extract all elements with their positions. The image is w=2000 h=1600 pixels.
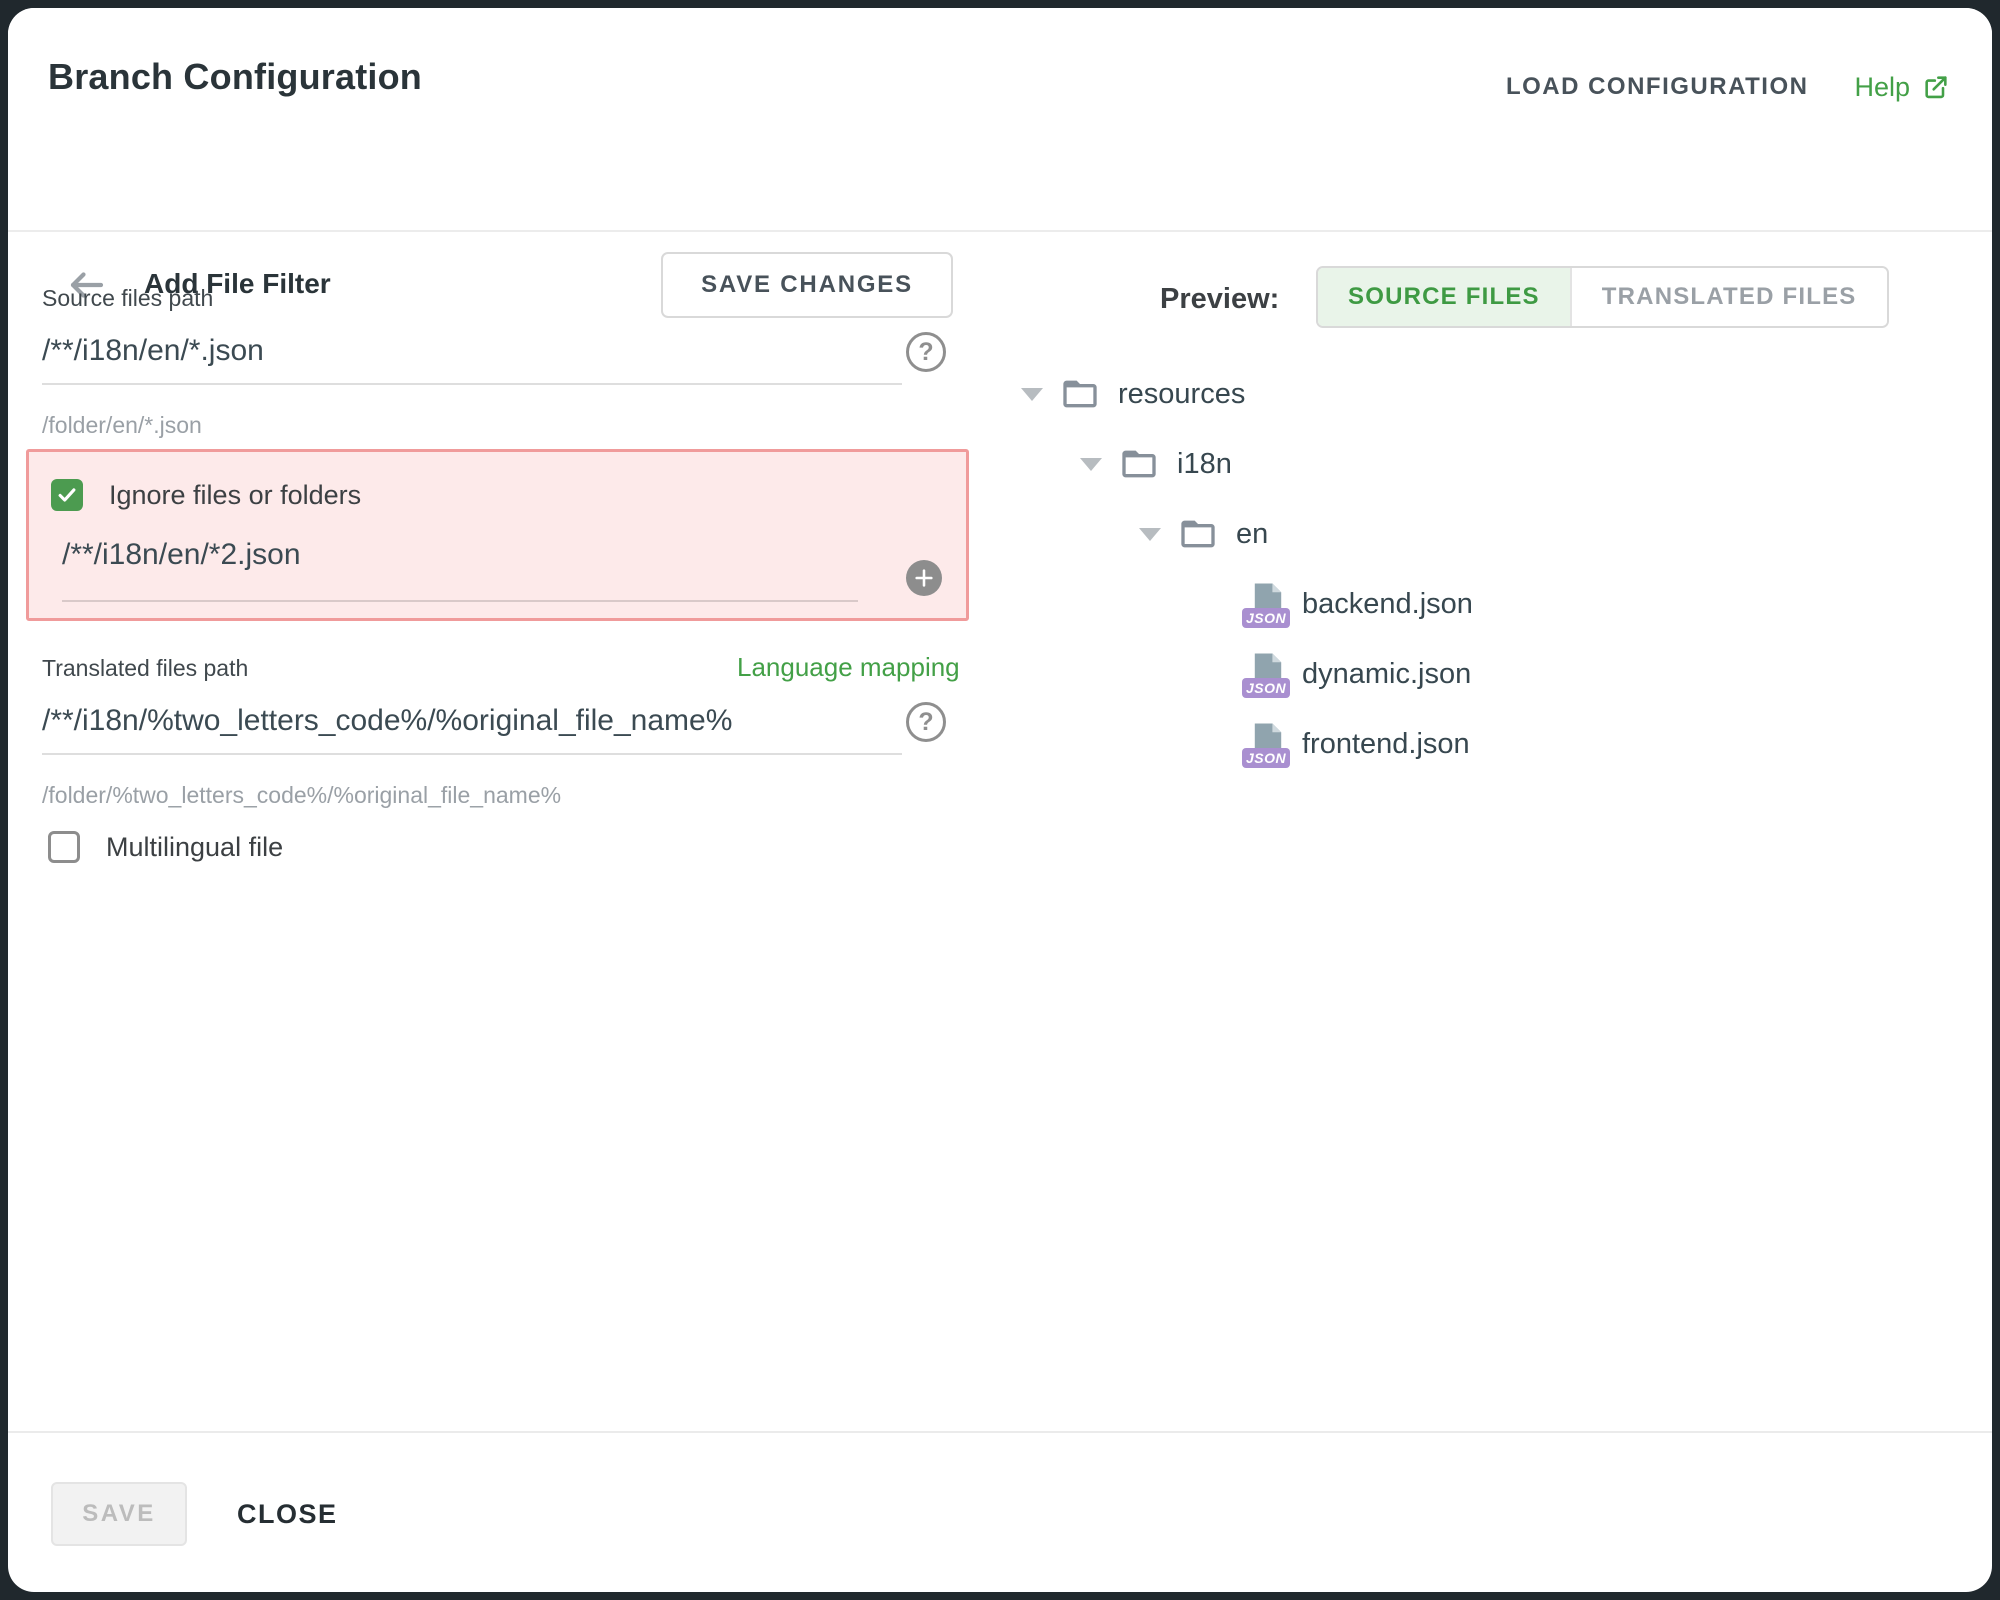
- ignore-pattern-input[interactable]: [62, 538, 842, 572]
- folder-icon: [1119, 444, 1159, 484]
- dialog-header: Branch Configuration LOAD CONFIGURATION …: [8, 8, 1992, 232]
- source-path-hint: /folder/en/*.json: [42, 412, 202, 439]
- add-ignore-pattern-button[interactable]: [906, 560, 942, 596]
- page-title: Branch Configuration: [48, 56, 422, 98]
- multilingual-checkbox-label: Multilingual file: [106, 832, 283, 863]
- translated-help-icon[interactable]: ?: [906, 702, 946, 742]
- multilingual-row: Multilingual file: [48, 831, 283, 863]
- source-files-path-label: Source files path: [42, 285, 213, 312]
- tree-row[interactable]: i18n: [1021, 429, 1821, 499]
- save-changes-button[interactable]: SAVE CHANGES: [661, 252, 953, 318]
- dialog-subheader: Add File Filter SAVE CHANGES: [8, 118, 1992, 232]
- chevron-down-icon[interactable]: [1139, 528, 1161, 541]
- tree-item-label: frontend.json: [1302, 728, 1470, 761]
- tree-row[interactable]: en: [1021, 499, 1821, 569]
- translated-input-underline: [42, 753, 902, 755]
- tab-source-files[interactable]: SOURCE FILES: [1318, 268, 1570, 326]
- ignore-checkbox[interactable]: [51, 479, 83, 511]
- source-input-underline: [42, 383, 902, 385]
- folder-icon: [1178, 514, 1218, 554]
- ignore-input-underline: [62, 600, 858, 602]
- tree-item-label: resources: [1118, 378, 1245, 411]
- footer-actions: SAVE CLOSE: [51, 1482, 348, 1546]
- tree-row[interactable]: JSON backend.json: [1021, 569, 1821, 639]
- json-file-icon: JSON: [1250, 652, 1286, 696]
- tree-row[interactable]: JSON frontend.json: [1021, 709, 1821, 779]
- tree-item-label: backend.json: [1302, 588, 1473, 621]
- source-help-icon[interactable]: ?: [906, 332, 946, 372]
- chevron-down-icon[interactable]: [1080, 458, 1102, 471]
- footer-divider: [8, 1431, 1992, 1433]
- ignore-checkbox-label: Ignore files or folders: [109, 480, 361, 511]
- tree-row[interactable]: JSON dynamic.json: [1021, 639, 1821, 709]
- help-link[interactable]: Help: [1854, 72, 1950, 103]
- branch-configuration-dialog: Branch Configuration LOAD CONFIGURATION …: [8, 8, 1992, 1592]
- chevron-down-icon[interactable]: [1021, 388, 1043, 401]
- save-button[interactable]: SAVE: [51, 1482, 187, 1546]
- tree-item-label: dynamic.json: [1302, 658, 1471, 691]
- json-badge: JSON: [1242, 608, 1290, 628]
- language-mapping-link[interactable]: Language mapping: [737, 652, 960, 683]
- json-file-icon: JSON: [1250, 582, 1286, 626]
- tree-item-label: i18n: [1177, 448, 1232, 481]
- ignore-checkbox-row: Ignore files or folders: [51, 479, 361, 511]
- load-configuration-button[interactable]: LOAD CONFIGURATION: [1506, 73, 1809, 101]
- tree-row[interactable]: resources: [1021, 359, 1821, 429]
- json-file-icon: JSON: [1250, 722, 1286, 766]
- folder-icon: [1060, 374, 1100, 414]
- external-link-icon: [1922, 73, 1950, 101]
- tab-translated-files[interactable]: TRANSLATED FILES: [1570, 268, 1887, 326]
- help-link-label: Help: [1854, 72, 1910, 103]
- preview-toggle: SOURCE FILES TRANSLATED FILES: [1316, 266, 1889, 328]
- json-badge: JSON: [1242, 678, 1290, 698]
- preview-label: Preview:: [1160, 283, 1279, 316]
- json-badge: JSON: [1242, 748, 1290, 768]
- multilingual-checkbox[interactable]: [48, 831, 80, 863]
- header-actions: LOAD CONFIGURATION Help: [1506, 66, 1950, 108]
- source-files-path-input[interactable]: [42, 334, 892, 368]
- ignore-filter-highlight-box: Ignore files or folders: [26, 449, 969, 621]
- file-tree: resources i18n: [1021, 359, 1821, 779]
- close-button[interactable]: CLOSE: [227, 1499, 348, 1530]
- checkmark-icon: [56, 484, 78, 506]
- translated-path-hint: /folder/%two_letters_code%/%original_fil…: [42, 782, 561, 809]
- tree-item-label: en: [1236, 518, 1268, 551]
- translated-files-path-input[interactable]: [42, 704, 892, 738]
- plus-icon: [913, 567, 935, 589]
- translated-files-path-label: Translated files path: [42, 655, 248, 682]
